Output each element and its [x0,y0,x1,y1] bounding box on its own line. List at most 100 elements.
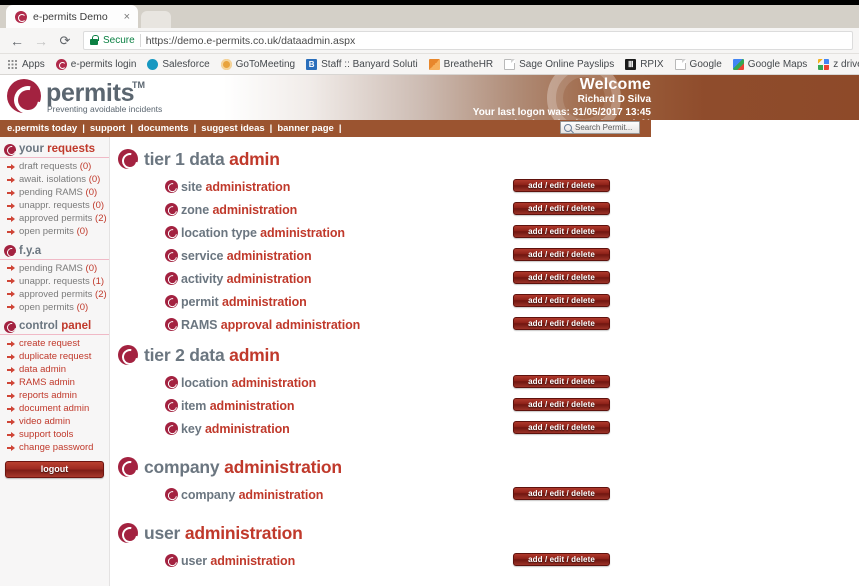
sidebar-item-draft-requests[interactable]: draft requests (0) [0,161,109,173]
nav-item-suggest-ideas[interactable]: suggest ideas [201,123,264,134]
add-edit-delete-button[interactable]: add / edit / delete [513,294,610,307]
bookmark-epermits-login[interactable]: e-permits login [55,58,136,70]
nav-item-support[interactable]: support [90,123,125,134]
logo-tagline: Preventing avoidable incidents [47,104,163,114]
sidebar-item-rams-admin[interactable]: RAMS admin [0,377,109,389]
sidebar-heading-word1: your [19,143,44,155]
close-icon[interactable]: × [122,11,132,23]
bookmark-apps[interactable]: Apps [7,58,45,70]
apps-grid-icon [7,58,18,70]
bookmark-breathehr[interactable]: BreatheHR [428,58,493,70]
add-edit-delete-button[interactable]: add / edit / delete [513,421,610,434]
sidebar-item-data-admin[interactable]: data admin [0,364,109,376]
bookmark-rpix[interactable]: Ⅲ RPIX [625,58,664,70]
sidebar-item-label: document admin [19,403,90,414]
sidebar-item-label: approved permits [19,288,93,300]
sidebar-item-document-admin[interactable]: document admin [0,403,109,415]
sidebar-item-approved-permits[interactable]: approved permits (2) [0,213,109,225]
primary-nav: e.permits today | support | documents | … [0,120,859,137]
bookmark-staff[interactable]: B Staff :: Banyard Soluti [306,58,418,70]
bookmark-label: GoToMeeting [235,58,296,70]
add-edit-delete-button[interactable]: add / edit / delete [513,179,610,192]
nav-item-documents[interactable]: documents [138,123,189,134]
button-label: add / edit / delete [528,489,595,498]
sidebar-item-video-admin[interactable]: video admin [0,416,109,428]
sidebar-item-open-permits[interactable]: open permits (0) [0,226,109,238]
browser-tab[interactable]: e-permits Demo × [6,5,138,28]
add-edit-delete-button[interactable]: add / edit / delete [513,271,610,284]
nav-item-today[interactable]: e.permits today [7,123,77,134]
row-label-word2: administration [231,375,317,390]
sidebar-item-fya-unappr-requests[interactable]: unappr. requests (1) [0,276,109,288]
sidebar-item-await-isolations[interactable]: await. isolations (0) [0,174,109,186]
add-edit-delete-button[interactable]: add / edit / delete [513,553,610,566]
bookmark-z-drive[interactable]: z drive [818,58,859,70]
sidebar-item-reports-admin[interactable]: reports admin [0,390,109,402]
admin-row-link[interactable]: zone administration [181,203,297,217]
sidebar-item-fya-approved-permits[interactable]: approved permits (2) [0,289,109,301]
reload-icon[interactable]: ⟳ [54,30,76,52]
nav-separator: | [130,123,133,134]
new-tab-button[interactable] [141,11,171,28]
button-label: add / edit / delete [528,204,595,213]
admin-row-link[interactable]: location type administration [181,226,345,240]
admin-row-link[interactable]: permit administration [181,295,307,309]
sidebar-item-fya-pending-rams[interactable]: pending RAMS (0) [0,263,109,275]
gotomeeting-icon [220,58,232,70]
add-edit-delete-button[interactable]: add / edit / delete [513,225,610,238]
arrow-icon [7,189,15,196]
sidebar-group-heading: your requests [0,143,109,158]
row-label-word1: service [181,248,224,263]
row-label-word1: site [181,179,203,194]
row-label-word2: administration [209,398,295,413]
admin-row-link[interactable]: company administration [181,488,323,502]
epermits-bullet-icon [118,523,138,543]
admin-row-key: key administration add / edit / delete [118,417,859,440]
search-input[interactable]: Search Permit... [560,121,640,134]
add-edit-delete-button[interactable]: add / edit / delete [513,398,610,411]
arrow-icon [7,392,15,399]
admin-row-link[interactable]: RAMS approval administration [181,318,360,332]
bookmark-google-maps[interactable]: Google Maps [732,58,807,70]
sidebar-item-pending-rams[interactable]: pending RAMS (0) [0,187,109,199]
admin-row-link[interactable]: service administration [181,249,312,263]
sidebar-item-create-request[interactable]: create request [0,338,109,350]
logout-button[interactable]: logout [5,460,104,478]
add-edit-delete-button[interactable]: add / edit / delete [513,202,610,215]
add-edit-delete-button[interactable]: add / edit / delete [513,375,610,388]
admin-row-link[interactable]: item administration [181,398,295,413]
add-edit-delete-button[interactable]: add / edit / delete [513,248,610,261]
sidebar-item-duplicate-request[interactable]: duplicate request [0,351,109,363]
add-edit-delete-button[interactable]: add / edit / delete [513,487,610,500]
nav-item-banner-page[interactable]: banner page [277,123,334,134]
sidebar-item-label: pending RAMS [19,187,83,198]
sidebar-item-label: video admin [19,416,71,427]
epermits-icon [55,58,67,70]
site-logo[interactable]: permits TM Preventing avoidable incident… [7,79,162,114]
epermits-logo-icon [7,79,41,113]
forward-icon[interactable]: → [30,30,52,52]
epermits-bullet-icon [165,295,178,308]
sidebar-item-unappr-requests[interactable]: unappr. requests (0) [0,200,109,212]
bookmark-google[interactable]: Google [674,58,722,70]
sidebar-item-support-tools[interactable]: support tools [0,429,109,441]
admin-row-link[interactable]: location administration [181,376,316,390]
add-edit-delete-button[interactable]: add / edit / delete [513,317,610,330]
button-label: add / edit / delete [528,423,595,432]
bookmark-salesforce[interactable]: Salesforce [147,58,210,70]
admin-row-link[interactable]: activity administration [181,272,311,286]
address-bar[interactable]: Secure https://demo.e-permits.co.uk/data… [83,31,853,50]
sidebar-item-change-password[interactable]: change password [0,442,109,454]
rpix-icon: Ⅲ [625,58,637,70]
bookmark-label: Salesforce [162,58,210,70]
back-icon[interactable]: ← [6,30,28,52]
admin-row-link[interactable]: key administration [181,422,290,436]
row-label-word2: approval administration [220,317,361,332]
admin-row-link[interactable]: site administration [181,180,290,194]
admin-row-link[interactable]: user administration [181,554,295,568]
nav-separator: | [269,123,273,134]
bookmark-sage-payslips[interactable]: Sage Online Payslips [504,58,614,70]
sidebar-item-fya-open-permits[interactable]: open permits (0) [0,302,109,314]
bookmark-gotomeeting[interactable]: GoToMeeting [220,58,296,70]
arrow-icon [7,291,15,298]
